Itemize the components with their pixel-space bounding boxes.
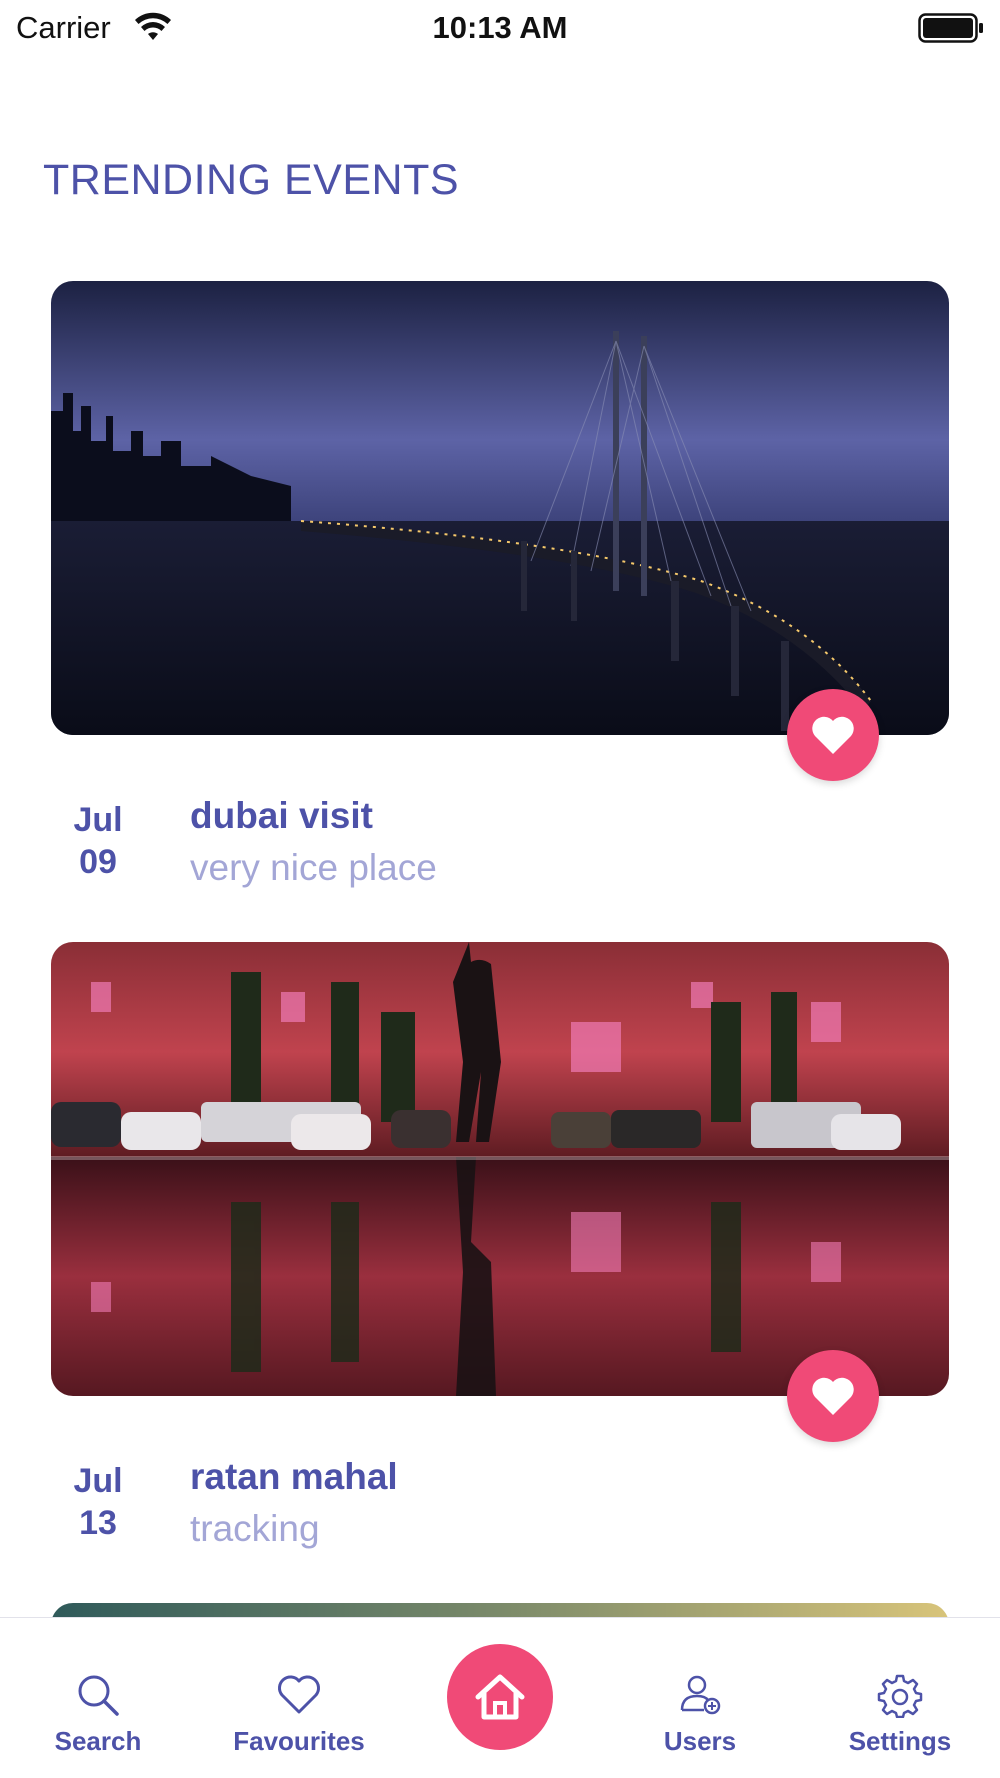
event-title[interactable]: dubai visit: [190, 795, 373, 837]
event-day: 13: [79, 1504, 117, 1542]
city-bridge-night-photo: [51, 281, 949, 735]
tab-settings-label: Settings: [848, 1726, 952, 1756]
tab-favourites[interactable]: Favourites: [219, 1618, 379, 1778]
status-bar: Carrier 10:13 AM: [0, 0, 1000, 56]
tab-users[interactable]: Users: [640, 1618, 760, 1778]
event-date: Jul 09: [51, 799, 145, 883]
event-subtitle: tracking: [190, 1508, 320, 1549]
event-title[interactable]: ratan mahal: [190, 1456, 398, 1498]
event-subtitle: very nice place: [190, 847, 437, 888]
tab-favourites-label: Favourites: [233, 1726, 365, 1756]
heart-icon: [812, 1377, 854, 1415]
home-icon: [475, 1674, 525, 1720]
event-month: Jul: [73, 801, 123, 839]
page-title: TRENDING EVENTS: [43, 156, 460, 204]
event-card[interactable]: Jul 09 dubai visit very nice place: [51, 281, 949, 888]
favorite-button[interactable]: [787, 689, 879, 781]
favorite-button[interactable]: [787, 1350, 879, 1442]
search-icon: [78, 1675, 119, 1716]
event-month: Jul: [73, 1462, 123, 1500]
gear-icon: [877, 1674, 923, 1718]
rainy-street-reflection-photo: [51, 942, 949, 1396]
tab-search-label: Search: [54, 1726, 142, 1756]
add-user-icon: [680, 1675, 721, 1715]
tab-users-label: Users: [663, 1726, 737, 1756]
event-photo[interactable]: [51, 942, 949, 1396]
heart-icon: [812, 716, 854, 754]
home-button[interactable]: [447, 1644, 553, 1750]
event-date: Jul 13: [51, 1460, 145, 1544]
event-photo[interactable]: [51, 281, 949, 735]
tab-search[interactable]: Search: [38, 1618, 158, 1778]
heart-outline-icon: [278, 1675, 320, 1714]
battery-icon: [918, 13, 983, 43]
event-card[interactable]: Jul 13 ratan mahal tracking: [51, 942, 949, 1549]
event-day: 09: [79, 843, 117, 881]
clock-time: 10:13 AM: [432, 10, 568, 45]
tab-settings[interactable]: Settings: [830, 1618, 970, 1778]
